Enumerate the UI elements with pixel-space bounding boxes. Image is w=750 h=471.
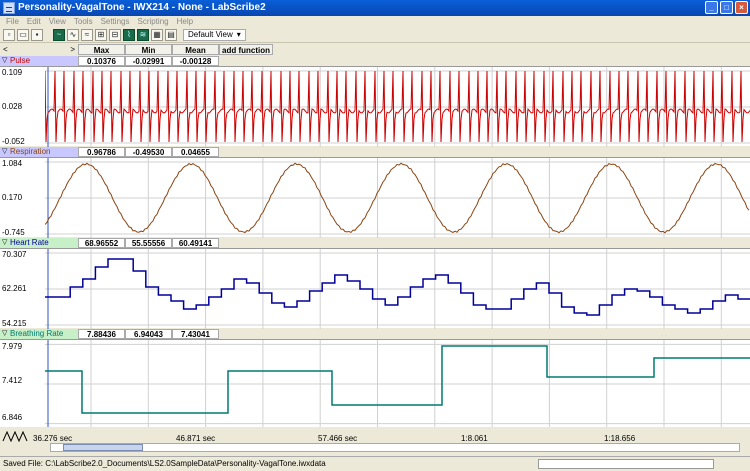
app-icon <box>3 2 15 14</box>
max-value: 7.88436 <box>78 329 125 339</box>
channel-name-label: Pulse <box>10 56 31 65</box>
max-value: 68.96552 <box>78 238 125 248</box>
channel-row: ▽ Pulse 0.10376 -0.02991 -0.00128 <box>0 56 750 66</box>
min-value: 55.55556 <box>125 238 172 248</box>
channel-name-label: Heart Rate <box>10 238 49 247</box>
collapse-icon[interactable]: ▽ <box>2 147 7 157</box>
channel-name[interactable]: ▽ Breathing Rate <box>0 329 78 339</box>
y-min-label: 54.215 <box>2 319 27 328</box>
status-bar: Saved File: C:\LabScribe2.0_Documents\LS… <box>0 456 750 471</box>
menu-tools[interactable]: Tools <box>74 16 93 28</box>
mean-value: 0.04655 <box>172 147 219 157</box>
breathing-rate-line <box>45 345 750 414</box>
y-mid-label: 0.170 <box>2 193 23 202</box>
y-mid-label: 62.261 <box>2 284 27 293</box>
open-folder-icon[interactable]: ▭ <box>17 29 29 41</box>
channel-row: ▽ Respiration 0.96786 -0.49530 0.04655 <box>0 147 750 157</box>
title-bar: Personality-VagalTone - IWX214 - None - … <box>0 0 750 16</box>
menu-settings[interactable]: Settings <box>101 16 130 28</box>
new-file-icon[interactable]: ▫ <box>3 29 15 41</box>
channel-name-label: Breathing Rate <box>10 329 64 338</box>
y-min-label: -0.052 <box>2 137 25 146</box>
scroll-left-icon[interactable]: < <box>3 44 8 55</box>
xy-view-icon[interactable]: ∿ <box>67 29 79 41</box>
max-value: 0.96786 <box>78 147 125 157</box>
channel-name-label: Respiration <box>10 147 51 156</box>
collapse-icon[interactable]: ▽ <box>2 56 7 66</box>
maximize-button[interactable]: □ <box>720 1 733 14</box>
view-selector-label: Default View <box>188 30 233 39</box>
split-view-icon[interactable]: ▦ <box>151 29 163 41</box>
minimize-button[interactable]: _ <box>705 1 718 14</box>
main-window-icon[interactable]: ~ <box>53 29 65 41</box>
mean-value: 7.43041 <box>172 329 219 339</box>
close-button[interactable]: × <box>735 1 748 14</box>
header-mean: Mean <box>172 44 219 55</box>
y-max-label: 1.084 <box>2 159 23 168</box>
y-max-label: 0.109 <box>2 68 23 77</box>
pulse-trace <box>45 67 750 147</box>
scrollbar-thumb[interactable] <box>63 444 143 451</box>
respiration-trace <box>45 158 750 238</box>
channel-row: ▽ Heart Rate 68.96552 55.55556 60.49141 <box>0 238 750 248</box>
toolbar: ▫ ▭ ▪ ~ ∿ ≈ ⊞ ⊟ ⌇ ≋ ▦ ▤ Default View ▾ <box>0 28 750 43</box>
stats-header: < > Max Min Mean add function <box>0 44 750 55</box>
channel-name[interactable]: ▽ Respiration <box>0 147 78 157</box>
heart-rate-trace <box>45 249 750 329</box>
time-label: 1:8.061 <box>461 434 488 443</box>
menu-edit[interactable]: Edit <box>27 16 41 28</box>
fft-view-icon[interactable]: ≈ <box>81 29 93 41</box>
save-icon[interactable]: ▪ <box>31 29 43 41</box>
scroll-right-icon[interactable]: > <box>70 44 75 55</box>
y-mid-label: 7.412 <box>2 376 23 385</box>
time-label: 36.276 sec <box>33 434 73 443</box>
journal-icon[interactable]: ⊟ <box>109 29 121 41</box>
heart-rate-line <box>45 258 750 316</box>
time-label: 1:18.656 <box>604 434 636 443</box>
channel-name[interactable]: ▽ Pulse <box>0 56 78 66</box>
respiration-plot[interactable]: 1.084 0.170 -0.745 <box>0 157 750 238</box>
header-max: Max <box>78 44 125 55</box>
menu-bar: File Edit View Tools Settings Scripting … <box>0 16 750 28</box>
y-min-label: -0.745 <box>2 228 25 237</box>
saved-file-path: Saved File: C:\LabScribe2.0_Documents\LS… <box>3 459 326 468</box>
y-max-label: 70.307 <box>2 250 27 259</box>
channel-name[interactable]: ▽ Heart Rate <box>0 238 78 248</box>
y-max-label: 7.979 <box>2 342 23 351</box>
horizontal-scrollbar[interactable] <box>50 443 740 452</box>
mean-value: -0.00128 <box>172 56 219 66</box>
collapse-icon[interactable]: ▽ <box>2 238 7 248</box>
breathing-rate-trace <box>45 340 750 428</box>
heart-rate-plot[interactable]: 70.307 62.261 54.215 <box>0 248 750 329</box>
pulse-plot[interactable]: 0.109 0.028 -0.052 <box>0 66 750 147</box>
min-value: -0.02991 <box>125 56 172 66</box>
analysis-icon[interactable]: ⊞ <box>95 29 107 41</box>
window-title: Personality-VagalTone - IWX214 - None - … <box>18 2 266 13</box>
max-value: 0.10376 <box>78 56 125 66</box>
status-progress <box>538 459 714 469</box>
grid-view-icon[interactable]: ▤ <box>165 29 177 41</box>
y-min-label: 6.846 <box>2 413 23 422</box>
time-axis: 36.276 sec 46.871 sec 57.466 sec 1:8.061… <box>0 427 750 453</box>
time-label: 46.871 sec <box>176 434 216 443</box>
view-selector[interactable]: Default View ▾ <box>183 29 246 41</box>
min-value: -0.49530 <box>125 147 172 157</box>
menu-view[interactable]: View <box>49 16 66 28</box>
menu-scripting[interactable]: Scripting <box>137 16 168 28</box>
add-function-button[interactable]: add function <box>219 44 273 55</box>
y-mid-label: 0.028 <box>2 102 23 111</box>
stacked-view-icon[interactable]: ≋ <box>137 29 149 41</box>
header-min: Min <box>125 44 172 55</box>
time-label: 57.466 sec <box>318 434 358 443</box>
menu-help[interactable]: Help <box>177 16 193 28</box>
menu-file[interactable]: File <box>6 16 19 28</box>
breathing-rate-plot[interactable]: 7.979 7.412 6.846 <box>0 339 750 428</box>
channel-view-icon[interactable]: ⌇ <box>123 29 135 41</box>
min-value: 6.94043 <box>125 329 172 339</box>
collapse-icon[interactable]: ▽ <box>2 329 7 339</box>
mean-value: 60.49141 <box>172 238 219 248</box>
chevron-down-icon: ▾ <box>236 30 241 39</box>
waveform-icon[interactable] <box>2 429 28 445</box>
channel-row: ▽ Breathing Rate 7.88436 6.94043 7.43041 <box>0 329 750 339</box>
